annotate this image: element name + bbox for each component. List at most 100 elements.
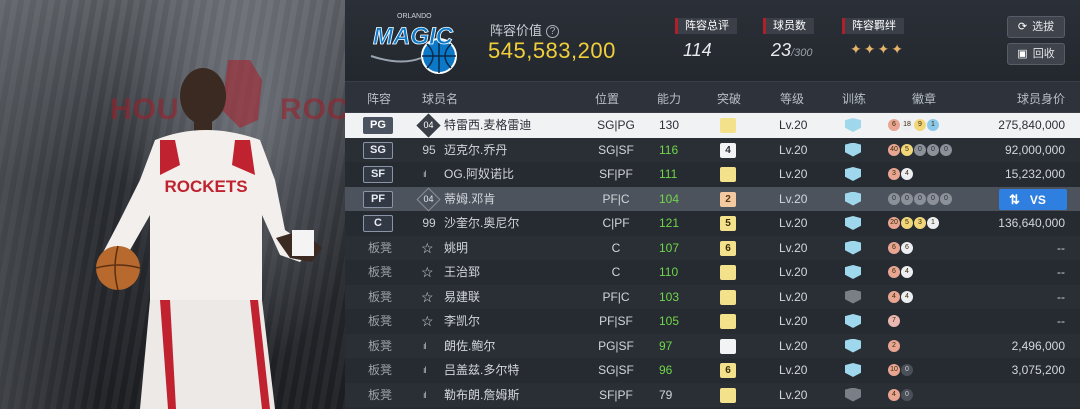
training-icon[interactable] [845,216,861,230]
player-salary: -- [1057,265,1065,279]
compare-vs-button[interactable]: ⇅ VS [999,188,1067,210]
badge-group[interactable]: 20 5 3 1 [888,217,940,230]
player-name[interactable]: 朗佐.鲍尔 [444,334,495,359]
slot-position-badge[interactable]: SF [363,166,393,183]
player-name[interactable]: 沙奎尔.奥尼尔 [444,211,519,236]
player-salary: 15,232,000 [1004,167,1065,181]
badge-count: 6 [888,266,900,278]
training-icon[interactable] [845,363,861,377]
player-name[interactable]: 易建联 [444,285,480,310]
player-name[interactable]: 姚明 [444,236,468,261]
player-salary [945,383,1065,408]
slot-bench: 板凳 [368,387,393,402]
training-icon[interactable] [845,118,861,132]
jersey-number: 99 [422,216,436,230]
select-button[interactable]: ⟳ 选拔 [1007,16,1065,38]
col-badges[interactable]: 徽章 [912,90,936,107]
player-name[interactable]: 蒂姆.邓肯 [444,187,495,212]
player-salary: 275,840,000 [998,118,1065,132]
player-name[interactable]: 特雷西.麦格雷迪 [444,113,531,138]
badge-group[interactable]: 10 0 [888,364,914,377]
training-icon[interactable] [845,265,861,279]
badge-group[interactable]: 66 [888,241,914,255]
badge-count: 5 [901,143,913,156]
slot-bench: 板凳 [368,314,393,328]
player-salary: 2,496,000 [1011,338,1065,353]
player-level: Lv.20 [779,265,808,279]
slot-position-badge[interactable]: PG [363,117,393,134]
badge-count: 40 [888,143,900,156]
slot-position-badge[interactable]: PF [363,190,393,208]
badge-group[interactable]: 34 [888,168,914,181]
badge-group[interactable]: 44 [888,290,914,304]
star-icon: ☆ [421,264,434,280]
col-breakthrough[interactable]: 突破 [717,90,741,107]
training-icon[interactable] [845,387,861,402]
help-icon[interactable]: ? [546,25,560,39]
table-row[interactable]: 板凳 ☆ 李凯尔 PF|SF 105 Lv.20 7 -- [345,309,1080,334]
star-icon: ☆ [421,288,434,305]
player-level: Lv.20 [779,314,808,328]
table-row[interactable]: PG 04 特雷西.麦格雷迪 SG|PG 130 Lv.20 6 18 9 1 275,840,00… [345,113,1080,138]
badge-count: 4 [901,266,913,278]
badge-group[interactable]: 00000 [888,192,953,206]
table-row[interactable]: C 99 沙奎尔.奥尼尔 C|PF 121 5 Lv.20 20 5 3 1 136,640,000 [345,211,1080,236]
col-salary[interactable]: 球员身价 [1017,90,1065,107]
lineup-value: 545,583,200 [488,38,616,63]
col-position[interactable]: 位置 [595,90,619,107]
table-row[interactable]: 板凳 ıl 勒布朗.詹姆斯 SF|PF 79 Lv.20 4 0 [345,382,1080,408]
badge-group[interactable]: 64 [888,266,914,279]
badge-group[interactable]: 40 5 0 0 0 [888,143,953,157]
jersey-number: 04 [423,193,434,204]
table-header: 阵容 球员名 位置 能力 突破 等级 训练 徽章 球员身价 [345,82,1080,112]
player-name[interactable]: 吕盖兹.多尔特 [444,358,519,383]
training-icon[interactable] [845,167,861,181]
table-row[interactable]: SF ıl OG.阿奴诺比 SF|PF 111 Lv.20 3 4 15,232,000 [345,162,1080,187]
table-row[interactable]: 板凳 ıl 吕盖兹.多尔特 SG|SF 96 6 Lv.20 10 0 3,075,200 [345,358,1080,383]
col-level[interactable]: 等级 [780,90,804,107]
player-position: C|PF [602,216,630,230]
training-icon[interactable] [845,338,861,353]
table-row[interactable]: 板凳 ☆ 王治郅 C 110 Lv.20 6 4 -- [345,260,1080,285]
col-training[interactable]: 训练 [842,90,866,107]
badge-group[interactable]: 7 [888,315,901,328]
table-row[interactable]: SG 95 迈克尔.乔丹 SG|SF 116 4 Lv.20 40 5 0 0 0 92,000,000 [345,137,1080,163]
badge-group[interactable]: 40 [888,388,914,402]
training-icon[interactable] [845,191,861,206]
player-name[interactable]: 李凯尔 [444,309,480,334]
player-position: PG|SF [598,338,634,353]
col-ability[interactable]: 能力 [657,90,681,107]
training-icon[interactable] [845,240,861,255]
training-icon[interactable] [845,289,861,304]
player-name[interactable]: 王治郅 [444,260,480,285]
bond-stat[interactable]: 阵容羁绊 ✦✦✦✦ [842,16,904,57]
breakthrough-badge [720,265,736,280]
swap-icon: ⇅ [1009,191,1020,207]
jersey-number: 95 [422,142,436,157]
slot-position-badge[interactable]: SG [363,141,393,159]
badge-group[interactable]: 2 [888,339,901,353]
player-name[interactable]: OG.阿奴诺比 [444,162,514,187]
badge-count: 6 [888,241,900,254]
breakthrough-badge [720,314,736,329]
table-row[interactable]: 板凳 ıl 朗佐.鲍尔 PG|SF 97 Lv.20 2 2,496,000 [345,333,1080,359]
col-name[interactable]: 球员名 [422,90,458,107]
training-icon[interactable] [845,314,861,328]
player-name[interactable]: 勒布朗.詹姆斯 [444,383,519,408]
training-icon[interactable] [845,142,861,157]
badge-count: 10 [888,364,900,376]
table-row[interactable]: PF 04 蒂姆.邓肯 PF|C 104 2 Lv.20 0 0 0 0 0 ⇅ VS [345,186,1080,212]
badge-count: 0 [914,143,926,156]
badge-count: 20 [888,217,900,229]
table-row[interactable]: 板凳 ☆ 易建联 PF|C 103 Lv.20 4 4 -- [345,284,1080,310]
table-row[interactable]: 板凳 ☆ 姚明 C 107 6 Lv.20 6 6 -- [345,235,1080,261]
recycle-button[interactable]: ▣ 回收 [1007,43,1065,65]
jersey-number: 04 [423,120,434,130]
badge-count: 6 [901,241,913,254]
badge-count: 1 [927,119,939,131]
logo-city: ORLANDO [397,13,432,20]
slot-position-badge[interactable]: C [363,215,393,232]
player-name[interactable]: 迈克尔.乔丹 [444,138,507,163]
badge-group[interactable]: 6 18 9 1 [888,119,940,132]
player-ability: 103 [659,289,680,304]
